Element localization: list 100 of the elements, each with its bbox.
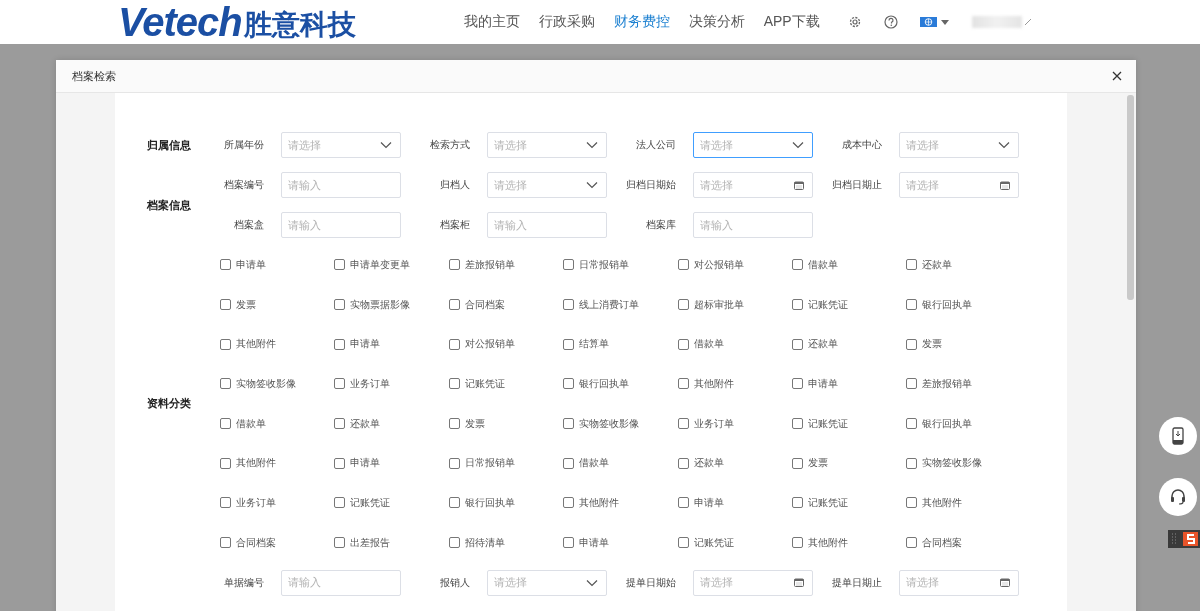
checkbox[interactable] [563, 299, 575, 311]
checkbox[interactable] [448, 418, 460, 430]
checkbox[interactable] [220, 418, 231, 430]
checkbox[interactable] [563, 418, 575, 430]
checkbox[interactable] [220, 338, 231, 350]
checkbox-option[interactable]: 申请单 [334, 337, 449, 352]
checkbox-option[interactable]: 银行回执单 [906, 416, 1021, 431]
checkbox-option[interactable]: 其他附件 [906, 495, 1021, 510]
checkbox-option[interactable]: 对公报销单 [677, 257, 792, 272]
checkbox[interactable] [906, 457, 918, 469]
nav-tab[interactable]: 财务费控 [613, 13, 670, 31]
checkbox-option[interactable]: 发票 [220, 297, 335, 312]
checkbox-option[interactable]: 其他附件 [677, 376, 792, 391]
checkbox-option[interactable]: 记账凭证 [677, 535, 792, 550]
checkbox-option[interactable]: 还款单 [791, 337, 907, 352]
checkbox-option[interactable]: 超标审批单 [677, 297, 792, 312]
checkbox-option[interactable]: 对公报销单 [448, 337, 564, 352]
scrollbar[interactable] [1127, 95, 1134, 300]
checkbox-option[interactable]: 差旅报销单 [448, 257, 564, 272]
checkbox-option[interactable]: 实物签收影像 [563, 416, 678, 431]
checkbox[interactable] [563, 259, 575, 271]
checkbox-option[interactable]: 记账凭证 [448, 376, 564, 391]
checkbox-option[interactable]: 申请单 [563, 535, 678, 550]
checkbox-option[interactable]: 申请单 [334, 456, 449, 471]
checkbox[interactable] [448, 259, 460, 271]
checkbox[interactable] [448, 537, 460, 549]
close-icon[interactable] [1112, 71, 1122, 81]
checkbox[interactable] [791, 259, 803, 271]
checkbox[interactable] [563, 378, 575, 390]
checkbox-option[interactable]: 发票 [791, 456, 907, 471]
checkbox[interactable] [334, 299, 346, 311]
checkbox[interactable] [906, 537, 918, 549]
checkbox-option[interactable]: 发票 [448, 416, 564, 431]
checkbox[interactable] [677, 299, 689, 311]
checkbox[interactable] [791, 497, 803, 509]
checkbox-option[interactable]: 合同档案 [448, 297, 564, 312]
checkbox[interactable] [677, 537, 689, 549]
checkbox-option[interactable]: 记账凭证 [334, 495, 449, 510]
checkbox-option[interactable]: 借款单 [677, 337, 792, 352]
checkbox-option[interactable]: 还款单 [906, 257, 1021, 272]
checkbox-option[interactable]: 线上消费订单 [563, 297, 678, 312]
checkbox-option[interactable]: 其他附件 [220, 456, 335, 471]
checkbox[interactable] [334, 497, 346, 509]
checkbox-option[interactable]: 还款单 [334, 416, 449, 431]
help-icon[interactable] [883, 15, 898, 29]
checkbox[interactable] [791, 338, 803, 350]
checkbox[interactable] [220, 537, 231, 549]
checkbox-option[interactable]: 申请单 [791, 376, 907, 391]
checkbox-option[interactable]: 借款单 [791, 257, 907, 272]
checkbox[interactable] [220, 497, 231, 509]
support-button[interactable] [1159, 478, 1197, 516]
checkbox-option[interactable]: 合同档案 [220, 535, 335, 550]
checkbox[interactable] [563, 497, 575, 509]
checkbox-option[interactable]: 银行回执单 [906, 297, 1021, 312]
checkbox-option[interactable]: 业务订单 [220, 495, 335, 510]
checkbox[interactable] [791, 378, 803, 390]
checkbox[interactable] [677, 457, 689, 469]
checkbox[interactable] [791, 418, 803, 430]
checkbox[interactable] [334, 537, 346, 549]
checkbox[interactable] [791, 299, 803, 311]
checkbox-option[interactable]: 发票 [906, 337, 1021, 352]
checkbox[interactable] [563, 537, 575, 549]
checkbox[interactable] [448, 497, 460, 509]
checkbox[interactable] [906, 418, 918, 430]
checkbox-option[interactable]: 日常报销单 [563, 257, 678, 272]
checkbox[interactable] [677, 338, 689, 350]
checkbox-option[interactable]: 其他附件 [220, 337, 335, 352]
checkbox[interactable] [334, 418, 346, 430]
checkbox[interactable] [448, 299, 460, 311]
checkbox[interactable] [677, 497, 689, 509]
checkbox-option[interactable]: 日常报销单 [448, 456, 564, 471]
checkbox-option[interactable]: 合同档案 [906, 535, 1021, 550]
checkbox-option[interactable]: 申请单 [677, 495, 792, 510]
input-method-icon[interactable] [1168, 530, 1200, 548]
checkbox[interactable] [334, 338, 346, 350]
checkbox-option[interactable]: 银行回执单 [563, 376, 678, 391]
checkbox[interactable] [220, 259, 231, 271]
checkbox-option[interactable]: 还款单 [677, 456, 792, 471]
checkbox-option[interactable]: 差旅报销单 [906, 376, 1021, 391]
checkbox[interactable] [906, 299, 918, 311]
checkbox[interactable] [334, 259, 346, 271]
edit-icon[interactable] [1023, 18, 1032, 26]
checkbox[interactable] [334, 457, 346, 469]
checkbox-option[interactable]: 申请单 [220, 257, 335, 272]
checkbox-option[interactable]: 借款单 [563, 456, 678, 471]
checkbox[interactable] [906, 497, 918, 509]
checkbox-option[interactable]: 实物签收影像 [220, 376, 335, 391]
checkbox-option[interactable]: 其他附件 [563, 495, 678, 510]
checkbox[interactable] [677, 378, 689, 390]
checkbox[interactable] [220, 378, 231, 390]
checkbox[interactable] [448, 378, 460, 390]
checkbox[interactable] [563, 457, 575, 469]
checkbox[interactable] [220, 299, 231, 311]
checkbox-option[interactable]: 其他附件 [791, 535, 907, 550]
checkbox[interactable] [906, 378, 918, 390]
nav-tab[interactable]: APP下载 [763, 13, 820, 31]
nav-tab[interactable]: 行政采购 [538, 13, 595, 31]
checkbox-option[interactable]: 实物签收影像 [906, 456, 1021, 471]
checkbox[interactable] [791, 457, 803, 469]
checkbox[interactable] [334, 378, 346, 390]
